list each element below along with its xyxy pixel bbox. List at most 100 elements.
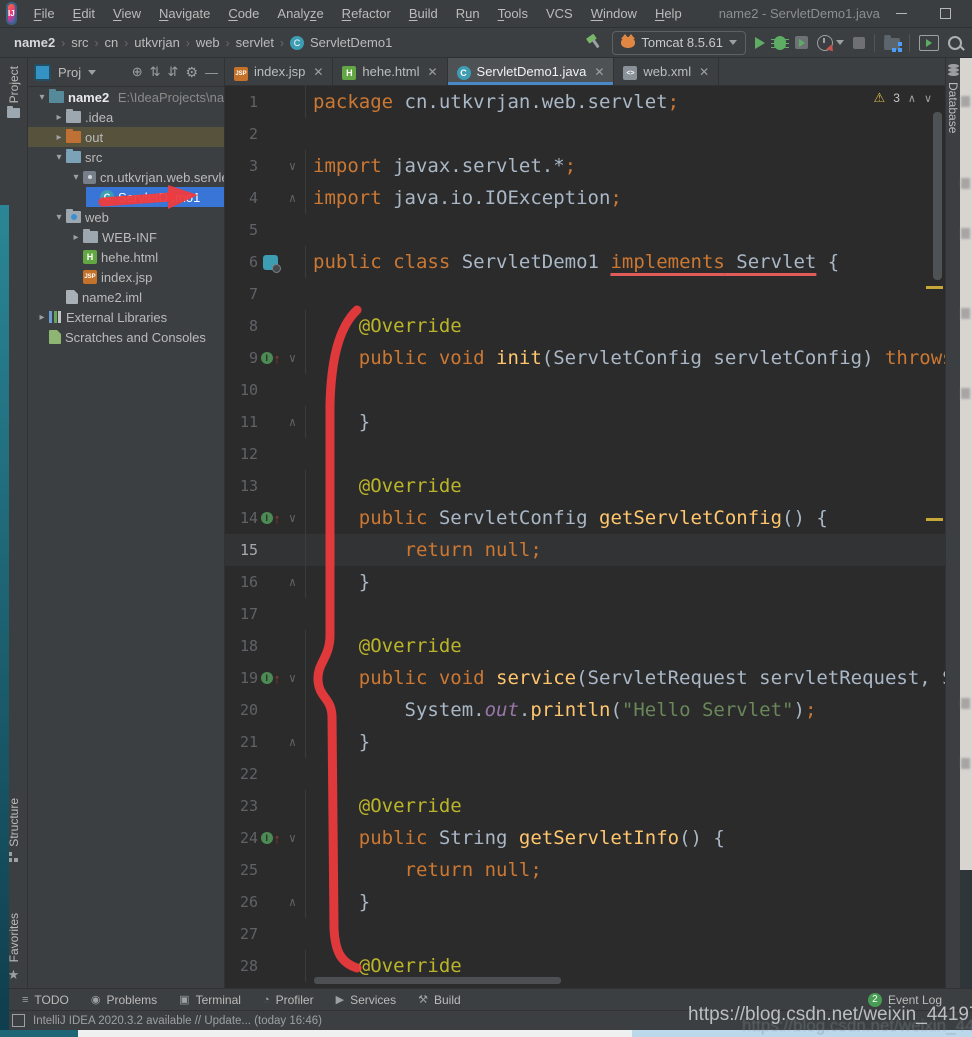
fold-marker-icon[interactable]: ∧ xyxy=(280,415,305,429)
code-line-11[interactable]: 11∧ } xyxy=(225,406,945,438)
tool-button-profiler[interactable]: ◔Profiler xyxy=(263,993,314,1007)
code-line-5[interactable]: 5 xyxy=(225,214,945,246)
editor-tab-web-xml[interactable]: <>web.xml✕ xyxy=(614,58,719,85)
close-button[interactable] xyxy=(968,0,972,27)
minimize-button[interactable] xyxy=(880,0,924,27)
editor-tab-hehe-html[interactable]: Hhehe.html✕ xyxy=(333,58,447,85)
code-line-20[interactable]: 20 System.out.println("Hello Servlet"); xyxy=(225,694,945,726)
menu-item-analyze[interactable]: Analyze xyxy=(269,3,331,24)
code-line-12[interactable]: 12 xyxy=(225,438,945,470)
menu-item-refactor[interactable]: Refactor xyxy=(334,3,399,24)
tree-toggle-icon[interactable]: ▾ xyxy=(36,92,48,103)
menu-item-view[interactable]: View xyxy=(105,3,149,24)
fold-marker-icon[interactable]: ∧ xyxy=(280,191,305,205)
code-line-13[interactable]: 13 @Override xyxy=(225,470,945,502)
menu-item-window[interactable]: Window xyxy=(583,3,645,24)
breadcrumb-item-ServletDemo1[interactable]: ServletDemo1 xyxy=(308,35,394,50)
code-line-19[interactable]: 19I↑∨ public void service(ServletRequest… xyxy=(225,662,945,694)
breadcrumb-item-cn[interactable]: cn xyxy=(103,35,121,50)
code-line-10[interactable]: 10 xyxy=(225,374,945,406)
collapse-all-icon[interactable]: ⇵ xyxy=(168,64,179,80)
code-line-15[interactable]: 15 return null; xyxy=(225,534,945,566)
overriding-method-icon[interactable]: I↑ xyxy=(261,831,281,846)
code-line-27[interactable]: 27 xyxy=(225,918,945,950)
tree-item-out[interactable]: ▸out xyxy=(28,127,224,147)
tree-item--idea[interactable]: ▸.idea xyxy=(28,107,224,127)
code-line-2[interactable]: 2 xyxy=(225,118,945,150)
menu-item-file[interactable]: File xyxy=(26,3,63,24)
tree-item-external-libraries[interactable]: ▸External Libraries xyxy=(28,307,224,327)
code-line-7[interactable]: 7 xyxy=(225,278,945,310)
fold-marker-icon[interactable]: ∨ xyxy=(280,831,305,845)
tool-button-build[interactable]: ⚒Build xyxy=(418,993,461,1007)
debug-button[interactable] xyxy=(774,36,786,50)
code-line-4[interactable]: 4∧import java.io.IOException; xyxy=(225,182,945,214)
locate-file-icon[interactable]: ⊕ xyxy=(132,64,143,80)
tree-item-servletdemo1[interactable]: CServletDemo1 xyxy=(28,187,224,207)
hide-panel-icon[interactable]: — xyxy=(205,65,218,80)
breadcrumb-item-servlet[interactable]: servlet xyxy=(234,35,276,50)
tree-item-hehe-html[interactable]: Hhehe.html xyxy=(28,247,224,267)
run-class-icon[interactable] xyxy=(263,255,278,270)
code-line-9[interactable]: 9I↑∨ public void init(ServletConfig serv… xyxy=(225,342,945,374)
tool-button-todo[interactable]: ≡TODO xyxy=(22,993,69,1007)
tool-button-project[interactable]: Project xyxy=(0,66,27,118)
menu-item-run[interactable]: Run xyxy=(448,3,488,24)
menu-item-vcs[interactable]: VCS xyxy=(538,3,581,24)
breadcrumb-item-web[interactable]: web xyxy=(194,35,222,50)
fold-marker-icon[interactable]: ∧ xyxy=(280,575,305,589)
tree-toggle-icon[interactable]: ▾ xyxy=(70,172,82,183)
next-problem-icon[interactable]: ∨ xyxy=(924,92,932,105)
breadcrumb-item-name2[interactable]: name2 xyxy=(12,35,57,50)
profiler-button[interactable] xyxy=(817,35,844,51)
expand-all-icon[interactable]: ⇅ xyxy=(150,64,161,80)
tab-close-icon[interactable]: ✕ xyxy=(594,65,604,79)
tree-toggle-icon[interactable]: ▸ xyxy=(70,232,82,243)
warning-stripe-mark[interactable] xyxy=(926,286,943,289)
overriding-method-icon[interactable]: I↑ xyxy=(261,511,281,526)
fold-marker-icon[interactable]: ∨ xyxy=(280,671,305,685)
code-line-3[interactable]: 3∨import javax.servlet.*; xyxy=(225,150,945,182)
overriding-method-icon[interactable]: I↑ xyxy=(261,671,281,686)
project-structure-icon[interactable] xyxy=(884,38,900,50)
run-configuration-select[interactable]: Tomcat 8.5.61 xyxy=(612,31,746,55)
code-line-16[interactable]: 16∧ } xyxy=(225,566,945,598)
tree-item-scratches-and-consoles[interactable]: Scratches and Consoles xyxy=(28,327,224,347)
code-line-14[interactable]: 14I↑∨ public ServletConfig getServletCon… xyxy=(225,502,945,534)
toolwindow-toggle-icon[interactable] xyxy=(12,1014,25,1027)
tab-close-icon[interactable]: ✕ xyxy=(427,65,437,79)
code-line-18[interactable]: 18 @Override xyxy=(225,630,945,662)
code-editor[interactable]: ⚠ 3 ∧ ∨ 1package cn.utkvrjan.web.servlet… xyxy=(225,86,945,988)
tool-button-terminal[interactable]: ▣Terminal xyxy=(179,993,241,1007)
tree-toggle-icon[interactable]: ▾ xyxy=(53,152,65,163)
fold-marker-icon[interactable]: ∧ xyxy=(280,735,305,749)
tool-button-database[interactable]: Database xyxy=(946,64,960,133)
tree-toggle-icon[interactable]: ▸ xyxy=(36,312,48,323)
menu-item-tools[interactable]: Tools xyxy=(490,3,536,24)
vertical-scrollbar[interactable] xyxy=(933,112,942,280)
tree-item-index-jsp[interactable]: JSPindex.jsp xyxy=(28,267,224,287)
fold-marker-icon[interactable]: ∨ xyxy=(280,351,305,365)
code-line-23[interactable]: 23 @Override xyxy=(225,790,945,822)
warning-stripe-mark[interactable] xyxy=(926,518,943,521)
tool-button-services[interactable]: ▶Services xyxy=(336,993,396,1007)
run-anything-icon[interactable] xyxy=(919,35,939,51)
tree-toggle-icon[interactable]: ▸ xyxy=(53,112,65,123)
build-hammer-icon[interactable] xyxy=(586,34,603,51)
code-line-25[interactable]: 25 return null; xyxy=(225,854,945,886)
code-line-24[interactable]: 24I↑∨ public String getServletInfo() { xyxy=(225,822,945,854)
menu-item-build[interactable]: Build xyxy=(401,3,446,24)
fold-marker-icon[interactable]: ∨ xyxy=(280,159,305,173)
stop-button[interactable] xyxy=(853,37,865,49)
previous-problem-icon[interactable]: ∧ xyxy=(908,92,916,105)
breadcrumb-item-src[interactable]: src xyxy=(69,35,90,50)
menu-item-help[interactable]: Help xyxy=(647,3,690,24)
code-line-6[interactable]: 6public class ServletDemo1 implements Se… xyxy=(225,246,945,278)
search-everywhere-icon[interactable] xyxy=(948,36,962,50)
horizontal-scrollbar[interactable] xyxy=(314,977,561,984)
tree-item-name2[interactable]: ▾name2 E:\IdeaProjects\name2 xyxy=(28,87,224,107)
code-line-26[interactable]: 26∧ } xyxy=(225,886,945,918)
menu-item-edit[interactable]: Edit xyxy=(65,3,103,24)
editor-tab-servletdemo1-java[interactable]: CServletDemo1.java✕ xyxy=(448,58,615,85)
editor-tab-index-jsp[interactable]: JSPindex.jsp✕ xyxy=(225,58,333,85)
